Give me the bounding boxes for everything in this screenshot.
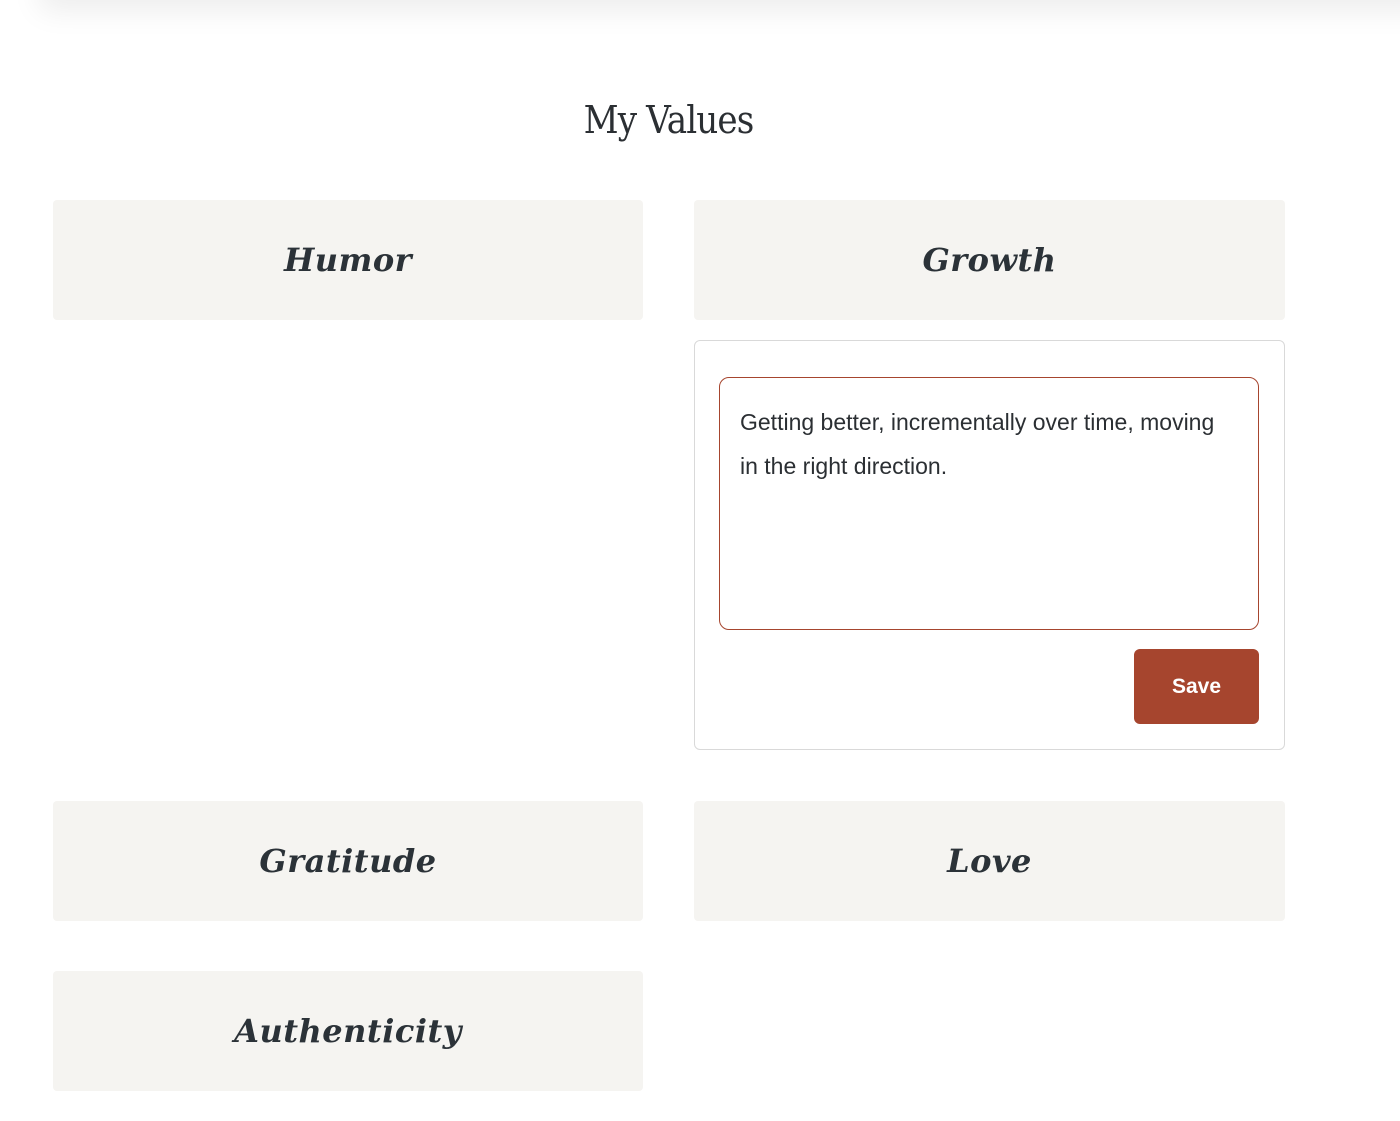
value-label: Love	[947, 842, 1032, 880]
value-card-humor[interactable]: Humor	[53, 200, 643, 320]
value-card-love[interactable]: Love	[694, 801, 1285, 921]
value-label: Growth	[922, 241, 1057, 279]
save-button[interactable]: Save	[1134, 649, 1259, 724]
value-label: Gratitude	[259, 842, 437, 880]
value-description-input[interactable]	[719, 377, 1259, 630]
page-title: My Values	[583, 98, 755, 142]
value-card-authenticity[interactable]: Authenticity	[53, 971, 643, 1091]
value-description-editor: Save	[694, 340, 1285, 750]
value-card-gratitude[interactable]: Gratitude	[53, 801, 643, 921]
value-label: Authenticity	[234, 1012, 462, 1050]
value-label: Humor	[283, 241, 413, 279]
value-card-growth[interactable]: Growth	[694, 200, 1285, 320]
